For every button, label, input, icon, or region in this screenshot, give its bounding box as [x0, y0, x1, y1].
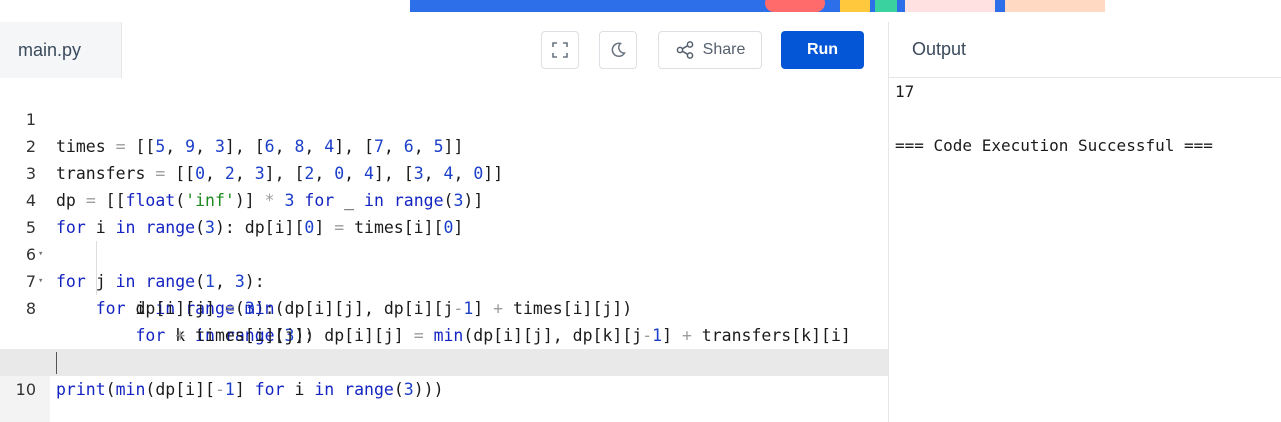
- run-button[interactable]: Run: [781, 31, 864, 69]
- fullscreen-button[interactable]: [541, 31, 579, 69]
- editor-toolbar: main.py Share Run: [0, 22, 888, 79]
- share-label: Share: [702, 41, 746, 58]
- file-tab-label: main.py: [18, 39, 82, 60]
- code-line[interactable]: 3 dp = [[float('inf')] * 3 for _ in rang…: [0, 133, 888, 210]
- app-root: main.py Share Run Output 1 times = [[5, …: [0, 0, 1281, 422]
- code-line-active[interactable]: 10: [0, 349, 888, 399]
- code-line[interactable]: 2 transfers = [[0, 2, 3], [2, 0, 4], [3,…: [0, 106, 888, 183]
- share-icon: [676, 41, 693, 59]
- code-editor[interactable]: 1 times = [[5, 9, 3], [6, 8, 4], [7, 6, …: [0, 78, 888, 422]
- output-line: === Code Execution Successful ===: [895, 136, 1213, 155]
- top-banner-strip: [0, 0, 1281, 23]
- share-button[interactable]: Share: [658, 31, 762, 69]
- code-line[interactable]: 4 for i in range(3): dp[i][0] = times[i]…: [0, 160, 888, 237]
- fullscreen-icon: [552, 42, 568, 58]
- indent-guide: [96, 241, 97, 295]
- code-line-wrap[interactable]: + times[i][j]): [0, 295, 888, 345]
- ad-banner-image[interactable]: [410, 0, 1105, 12]
- line-code: print(min(dp[i][-1] for i in range(3))): [56, 380, 444, 399]
- output-title: Output: [912, 39, 967, 59]
- code-line[interactable]: 5 ▾ for j in range(1, 3):: [0, 187, 888, 291]
- code-line[interactable]: 8 for k in range(3): dp[i][j] = min(dp[i…: [0, 268, 888, 345]
- line-number: 10: [15, 380, 36, 399]
- run-label: Run: [806, 41, 839, 58]
- text-cursor: [56, 352, 57, 374]
- output-line: 17: [895, 82, 915, 101]
- code-line[interactable]: 7 dp[i][j] = min(dp[i][j], dp[i][j-1] + …: [0, 241, 888, 318]
- code-line[interactable]: 1 times = [[5, 9, 3], [6, 8, 4], [7, 6, …: [0, 79, 888, 156]
- code-line[interactable]: 9 print(min(dp[i][-1] for i in range(3))…: [0, 322, 888, 399]
- output-panel[interactable]: 17 === Code Execution Successful ===: [888, 78, 1281, 422]
- moon-icon: [611, 42, 626, 58]
- code-line[interactable]: 6 ▾ for i in range(3):: [0, 214, 888, 318]
- output-header: Output: [888, 22, 1281, 78]
- file-tab-main[interactable]: main.py: [0, 22, 122, 78]
- theme-toggle-button[interactable]: [599, 31, 637, 69]
